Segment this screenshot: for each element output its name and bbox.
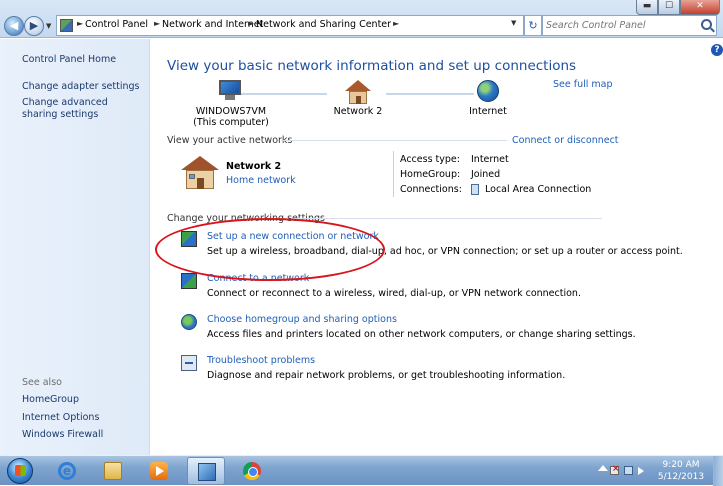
search-input[interactable] <box>546 18 696 33</box>
start-button[interactable] <box>7 458 33 484</box>
homegroup-label: HomeGroup: <box>400 169 461 180</box>
see-also-label: See also <box>22 377 62 388</box>
address-dropdown-icon[interactable]: ▼ <box>511 19 516 27</box>
sidebar: Control Panel Home Change adapter settin… <box>0 39 150 455</box>
media-player-icon <box>150 462 168 480</box>
setup-connection-link[interactable]: Set up a new connection or network <box>207 231 379 242</box>
chevron-right-icon[interactable]: ► <box>77 19 83 28</box>
internet-explorer-icon: e <box>58 462 76 480</box>
search-icon[interactable] <box>701 19 712 30</box>
address-bar: ◀ ▶ ▼ ► Control Panel ► Network and Inte… <box>0 0 723 38</box>
minimize-button[interactable]: ▬ <box>636 0 658 15</box>
chevron-right-icon[interactable]: ► <box>154 19 160 28</box>
see-full-map-link[interactable]: See full map <box>553 79 613 90</box>
connect-network-link[interactable]: Connect to a network <box>207 273 309 284</box>
show-hidden-icons-icon[interactable] <box>598 465 608 471</box>
divider <box>393 151 394 197</box>
homegroup-sharing-link[interactable]: Choose homegroup and sharing options <box>207 314 397 325</box>
page-title: View your basic network information and … <box>167 58 577 74</box>
network-house-icon <box>181 156 219 190</box>
chevron-right-icon[interactable]: ► <box>248 19 254 28</box>
recent-pages-dropdown[interactable]: ▼ <box>46 22 54 30</box>
setup-connection-icon <box>181 231 197 247</box>
active-networks-label: View your active networks <box>167 135 293 146</box>
action-center-icon[interactable] <box>610 464 620 475</box>
clock-time: 9:20 AM <box>662 460 700 470</box>
connections-label: Connections: <box>400 184 462 195</box>
control-panel-icon <box>60 19 73 32</box>
breadcrumb[interactable]: ► Control Panel ► Network and Internet ►… <box>56 15 524 36</box>
breadcrumb-network-sharing-center[interactable]: Network and Sharing Center <box>256 19 391 30</box>
computer-name: WINDOWS7VM <box>195 106 267 117</box>
taskbar-file-explorer[interactable] <box>94 457 132 485</box>
scrollbar-track[interactable] <box>707 58 723 455</box>
taskbar-internet-explorer[interactable]: e <box>48 457 86 485</box>
map-internet-label: Internet <box>469 106 507 117</box>
chevron-right-icon[interactable]: ► <box>393 19 399 28</box>
refresh-button[interactable]: ↻ <box>524 15 542 36</box>
homegroup-link[interactable]: Joined <box>471 169 500 180</box>
troubleshoot-link[interactable]: Troubleshoot problems <box>207 355 315 366</box>
map-connector-line <box>386 93 474 95</box>
computer-icon <box>216 80 246 102</box>
access-type-label: Access type: <box>400 154 460 165</box>
forward-button[interactable]: ▶ <box>24 16 44 36</box>
connect-disconnect-link[interactable]: Connect or disconnect <box>512 135 619 146</box>
system-tray: 9:20 AM 5/12/2013 <box>596 456 723 486</box>
sidebar-homegroup[interactable]: HomeGroup <box>22 394 144 406</box>
access-type-value: Internet <box>471 154 509 165</box>
homegroup-sharing-icon <box>181 314 197 330</box>
windows-logo-icon <box>15 465 26 476</box>
close-button[interactable]: ✕ <box>680 0 720 15</box>
show-desktop-button[interactable] <box>713 456 723 486</box>
globe-icon <box>477 80 499 102</box>
task-description: Connect or reconnect to a wireless, wire… <box>207 288 581 299</box>
troubleshoot-icon <box>181 355 197 371</box>
map-node-network[interactable]: Network 2 <box>326 80 390 117</box>
taskbar-media-player[interactable] <box>140 457 178 485</box>
taskbar-chrome[interactable] <box>233 457 271 485</box>
sidebar-windows-firewall[interactable]: Windows Firewall <box>22 429 144 441</box>
task-description: Diagnose and repair network problems, or… <box>207 370 566 381</box>
connect-network-icon <box>181 273 197 289</box>
taskbar-control-panel[interactable] <box>187 457 225 485</box>
clock[interactable]: 9:20 AM 5/12/2013 <box>656 459 706 483</box>
network-sharing-center-window: ◀ ▶ ▼ ► Control Panel ► Network and Inte… <box>0 0 723 455</box>
chrome-icon <box>243 462 261 480</box>
breadcrumb-control-panel[interactable]: Control Panel <box>85 19 148 30</box>
active-network-name: Network 2 <box>226 161 282 172</box>
taskbar: e 9:20 AM 5/12/2013 <box>0 455 723 486</box>
divider <box>291 218 602 219</box>
local-area-connection-link[interactable]: Local Area Connection <box>485 184 591 195</box>
map-network-name: Network 2 <box>333 106 383 117</box>
control-panel-icon <box>198 463 216 481</box>
task-description: Set up a wireless, broadband, dial-up, a… <box>207 246 683 257</box>
folder-icon <box>104 462 122 480</box>
ethernet-icon <box>471 184 479 195</box>
sidebar-control-panel-home[interactable]: Control Panel Home <box>22 54 144 66</box>
computer-subtitle: (This computer) <box>193 117 269 128</box>
network-status-icon[interactable] <box>624 466 633 475</box>
sidebar-internet-options[interactable]: Internet Options <box>22 412 144 424</box>
search-box[interactable] <box>542 15 717 36</box>
divider <box>281 140 507 141</box>
map-node-internet[interactable]: Internet <box>464 80 512 117</box>
clock-date: 5/12/2013 <box>657 472 705 482</box>
window-controls: ▬ ☐ ✕ <box>636 0 720 15</box>
sidebar-change-adapter-settings[interactable]: Change adapter settings <box>22 81 144 93</box>
sidebar-change-advanced-sharing[interactable]: Change advanced sharing settings <box>22 97 144 121</box>
maximize-button[interactable]: ☐ <box>658 0 680 15</box>
home-network-icon <box>345 80 371 104</box>
network-type-link[interactable]: Home network <box>226 175 296 186</box>
map-node-computer[interactable]: WINDOWS7VM (This computer) <box>191 80 271 128</box>
main-content: View your basic network information and … <box>151 39 707 455</box>
task-description: Access files and printers located on oth… <box>207 329 636 340</box>
back-button[interactable]: ◀ <box>4 16 24 36</box>
help-icon[interactable]: ? <box>711 44 723 56</box>
volume-icon[interactable] <box>638 467 644 475</box>
